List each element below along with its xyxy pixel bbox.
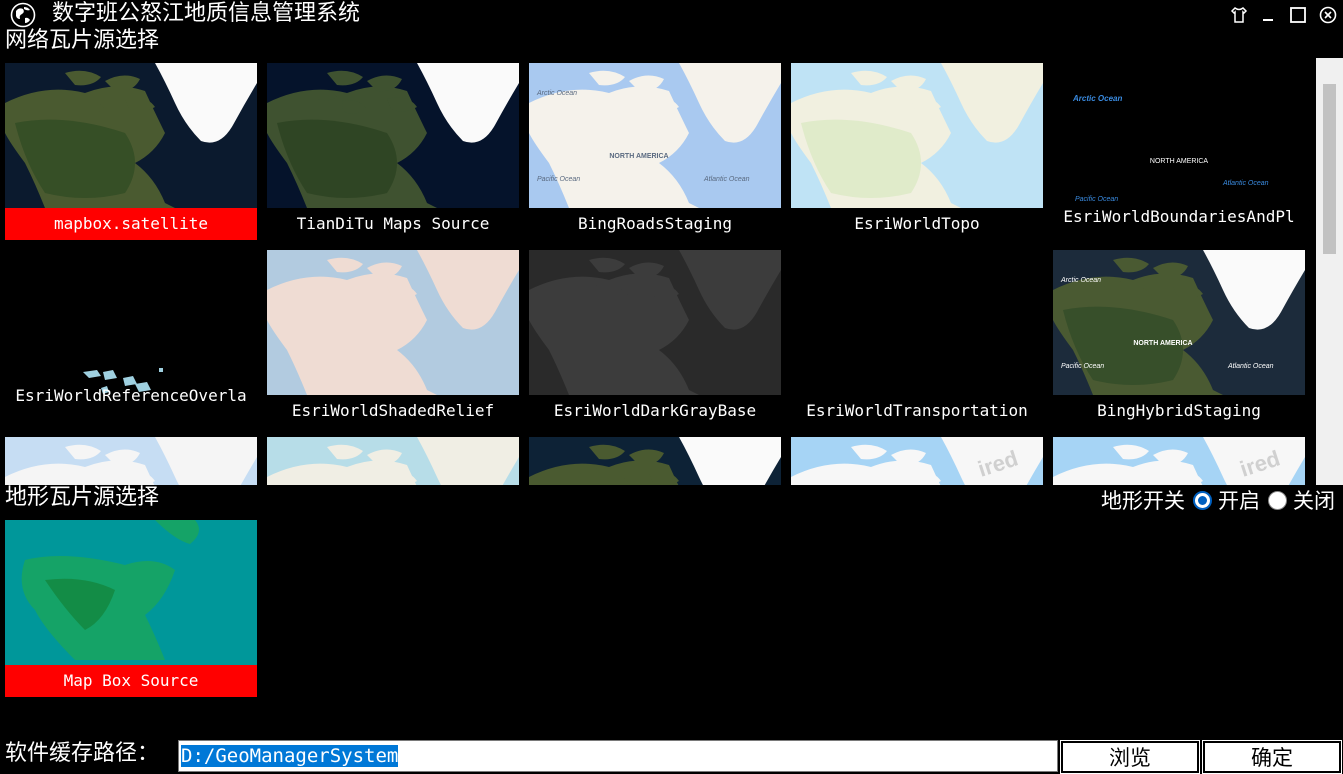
map-tile-label: TianDiTu Maps Source [296,214,490,233]
map-tile-label: EsriWorldTopo [854,214,980,233]
map-tile[interactable]: ired [1053,437,1305,485]
svg-text:Pacific Ocean: Pacific Ocean [1061,363,1104,370]
map-thumbnail [791,63,1043,208]
map-tile-label: BingHybridStaging [1097,401,1261,420]
cache-path-input[interactable]: D:/GeoManagerSystem [178,740,1058,772]
maximize-icon [1290,7,1306,23]
map-thumbnail [5,520,257,665]
svg-text:Arctic Ocean: Arctic Ocean [1060,277,1101,284]
shirt-icon [1230,7,1248,23]
map-thumbnail [5,437,257,485]
svg-text:Atlantic Ocean: Atlantic Ocean [1222,180,1269,187]
map-tile-label: Map Box Source [5,665,257,697]
map-tile[interactable]: EsriWorldTransportation [791,250,1043,428]
close-button[interactable] [1317,4,1339,26]
terrain-section-title: 地形瓦片源选择 [5,485,160,510]
cache-path-label: 软件缓存路径： [5,741,160,766]
terrain-toggle: 地形开关 开启 关闭 [1101,485,1335,515]
map-tile[interactable] [267,437,519,485]
map-tile-label: EsriWorldShadedRelief [291,401,495,420]
map-tile-label: EsriWorldBoundariesAndPl [1063,207,1295,226]
svg-text:Atlantic Ocean: Atlantic Ocean [1227,363,1274,370]
map-thumbnail [529,437,781,485]
map-thumbnail: ired [1053,437,1305,485]
map-thumbnail: NORTH AMERICA Arctic Ocean Pacific Ocean… [529,63,781,208]
terrain-off-label[interactable]: 关闭 [1293,485,1335,515]
map-thumbnail [791,250,1043,395]
map-thumbnail: ired [791,437,1043,485]
map-tile-label: EsriWorldReferenceOverla [15,386,247,405]
svg-text:NORTH AMERICA: NORTH AMERICA [609,153,668,160]
close-icon [1319,6,1337,24]
terrain-tile-gallery: Map Box Source [0,515,1316,700]
svg-text:NORTH AMERICA: NORTH AMERICA [1133,340,1192,347]
terrain-off-radio[interactable] [1268,490,1287,510]
map-thumbnail [5,63,257,208]
map-tile[interactable] [529,437,781,485]
maximize-button[interactable] [1287,4,1309,26]
map-thumbnail [267,437,519,485]
map-tile[interactable]: EsriWorldReferenceOverla [5,250,257,428]
minimize-icon [1263,19,1273,21]
network-section-title: 网络瓦片源选择 [5,28,160,53]
scrollbar-thumb[interactable] [1323,84,1336,254]
map-tile-label: BingRoadsStaging [577,214,733,233]
map-tile[interactable]: Arctic Ocean NORTH AMERICA Pacific Ocean… [1053,63,1305,241]
map-tile-label: mapbox.satellite [5,208,257,240]
minimize-button[interactable] [1257,4,1279,26]
svg-text:Arctic Ocean: Arctic Ocean [1072,94,1122,103]
terrain-on-label[interactable]: 开启 [1218,485,1260,515]
network-tile-gallery: mapbox.satellite TianDiTu Maps Source NO… [0,58,1316,485]
map-thumbnail [5,250,257,395]
map-tile-label: EsriWorldDarkGrayBase [553,401,757,420]
map-tile[interactable]: EsriWorldShadedRelief [267,250,519,428]
map-tile[interactable]: EsriWorldDarkGrayBase [529,250,781,428]
terrain-on-radio[interactable] [1193,490,1212,510]
svg-text:Atlantic Ocean: Atlantic Ocean [703,176,750,183]
terrain-toggle-label: 地形开关 [1101,489,1185,513]
map-tile[interactable]: TianDiTu Maps Source [267,63,519,241]
map-thumbnail: Arctic Ocean NORTH AMERICA Pacific Ocean… [1053,63,1305,208]
svg-text:Arctic Ocean: Arctic Ocean [536,90,577,97]
map-tile[interactable]: Map Box Source [5,520,257,698]
map-tile[interactable]: mapbox.satellite [5,63,257,241]
map-thumbnail [267,250,519,395]
svg-text:NORTH AMERICA: NORTH AMERICA [1150,158,1209,165]
browse-button[interactable]: 浏览 [1060,740,1200,774]
confirm-button[interactable]: 确定 [1202,740,1342,774]
map-thumbnail [529,250,781,395]
globe-icon [10,2,36,28]
gallery-scrollbar[interactable] [1316,58,1343,485]
cache-path-value: D:/GeoManagerSystem [181,745,399,767]
map-tile[interactable] [5,437,257,485]
map-tile[interactable]: NORTH AMERICA Arctic Ocean Pacific Ocean… [529,63,781,241]
map-tile[interactable]: ired [791,437,1043,485]
svg-text:Pacific Ocean: Pacific Ocean [537,176,580,183]
window-title: 数字班公怒江地质信息管理系统 [52,1,361,26]
map-tile[interactable]: NORTH AMERICA Arctic Ocean Pacific Ocean… [1053,250,1305,428]
map-thumbnail: NORTH AMERICA Arctic Ocean Pacific Ocean… [1053,250,1305,395]
map-tile[interactable]: EsriWorldTopo [791,63,1043,241]
title-bar: 数字班公怒江地质信息管理系统 [0,0,1343,30]
map-thumbnail [267,63,519,208]
map-tile-label: EsriWorldTransportation [806,401,1028,420]
skin-button[interactable] [1228,4,1250,26]
